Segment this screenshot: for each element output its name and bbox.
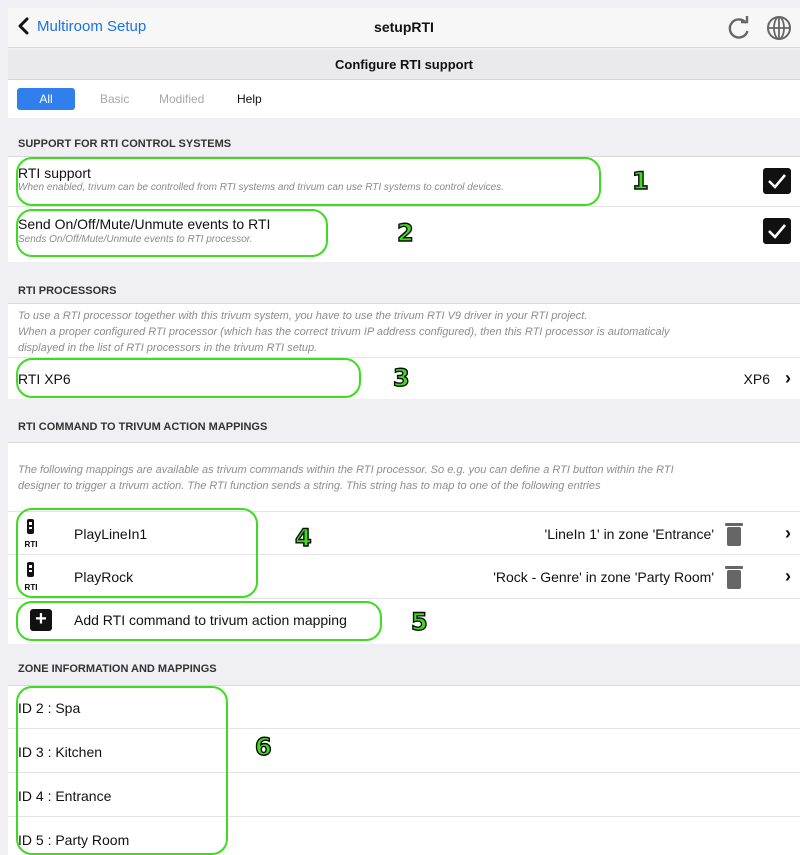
annotation-number: 1 (631, 166, 649, 195)
annotation-number: 5 (410, 607, 428, 636)
zone-label: ID 4 : Entrance (18, 788, 112, 804)
processors-info-line: To use a RTI processor together with thi… (18, 310, 588, 322)
page-title: setupRTI (374, 19, 434, 35)
trash-icon[interactable] (724, 521, 744, 547)
mapping-row[interactable]: RTI PlayLineIn1 'LineIn 1' in zone 'Entr… (8, 511, 800, 555)
chevron-right-icon[interactable]: › (785, 566, 791, 587)
zone-row[interactable]: ID 2 : Spa (8, 686, 800, 729)
add-mapping-label: Add RTI command to trivum action mapping (74, 612, 347, 628)
filter-tabs: All Basic Modified Help (8, 80, 800, 118)
section-header-processors: RTI PROCESSORS (18, 285, 117, 297)
rti-support-row[interactable]: RTI support When enabled, trivum can be … (8, 157, 800, 207)
mappings-panel: The following mappings are available as … (8, 442, 800, 644)
mappings-info-line: The following mappings are available as … (18, 464, 674, 476)
zone-label: ID 3 : Kitchen (18, 744, 103, 760)
tab-all[interactable]: All (17, 88, 75, 110)
tab-basic[interactable]: Basic (100, 88, 129, 110)
rti-icon-label: RTI (25, 540, 38, 549)
annotation-number: 4 (294, 523, 312, 552)
add-mapping-row[interactable]: + Add RTI command to trivum action mappi… (8, 599, 800, 645)
zone-row[interactable]: ID 4 : Entrance (8, 773, 800, 817)
tab-modified[interactable]: Modified (159, 88, 204, 110)
mapping-row[interactable]: RTI PlayRock 'Rock - Genre' in zone 'Par… (8, 555, 800, 599)
mappings-info-line: designer to trigger a trivum action. The… (18, 480, 601, 492)
rti-support-desc: When enabled, trivum can be controlled f… (18, 182, 504, 193)
zone-row[interactable]: ID 3 : Kitchen (8, 729, 800, 773)
section-header-support: SUPPORT FOR RTI CONTROL SYSTEMS (18, 138, 232, 150)
rti-support-title: RTI support (18, 165, 91, 181)
mappings-info: The following mappings are available as … (18, 462, 793, 494)
rti-remote-icon: RTI (25, 562, 38, 592)
rti-remote-icon: RTI (25, 519, 38, 549)
annotation-number: 2 (396, 218, 414, 247)
chevron-right-icon[interactable]: › (785, 368, 791, 389)
top-nav-bar: Multiroom Setup setupRTI (8, 8, 800, 48)
rti-support-checkbox[interactable] (763, 168, 791, 194)
tab-help[interactable]: Help (237, 88, 262, 110)
zones-panel: ID 2 : Spa ID 3 : Kitchen ID 4 : Entranc… (8, 685, 800, 855)
globe-icon[interactable] (765, 14, 793, 42)
section-header-zones: ZONE INFORMATION AND MAPPINGS (18, 663, 217, 675)
zone-row[interactable]: ID 5 : Party Room (8, 817, 800, 855)
send-events-title: Send On/Off/Mute/Unmute events to RTI (18, 216, 271, 232)
refresh-icon[interactable] (726, 15, 752, 41)
trash-icon[interactable] (724, 564, 744, 590)
rti-icon-label: RTI (25, 583, 38, 592)
processor-name: RTI XP6 (18, 371, 71, 387)
zone-label: ID 5 : Party Room (18, 832, 130, 848)
mapping-action: 'LineIn 1' in zone 'Entrance' (544, 526, 714, 542)
chevron-right-icon[interactable]: › (785, 523, 791, 544)
plus-icon[interactable]: + (30, 609, 52, 631)
mapping-name: PlayRock (74, 569, 134, 585)
checkmark-icon (768, 174, 786, 189)
checkmark-icon (768, 224, 786, 239)
processor-model: XP6 (743, 371, 770, 387)
processors-info: To use a RTI processor together with thi… (18, 308, 793, 356)
processors-info-line: When a proper configured RTI processor (… (18, 326, 670, 338)
processors-info-line: displayed in the list of RTI processors … (18, 342, 318, 354)
page-subtitle: Configure RTI support (8, 50, 800, 80)
mapping-action: 'Rock - Genre' in zone 'Party Room' (493, 569, 714, 585)
mapping-name: PlayLineIn1 (74, 526, 148, 542)
zone-label: ID 2 : Spa (18, 700, 81, 716)
send-events-checkbox[interactable] (763, 218, 791, 244)
send-events-desc: Sends On/Off/Mute/Unmute events to RTI p… (18, 234, 253, 245)
annotation-number: 3 (392, 363, 410, 392)
annotation-number: 6 (254, 732, 272, 761)
section-header-mappings: RTI COMMAND TO TRIVUM ACTION MAPPINGS (18, 421, 268, 433)
